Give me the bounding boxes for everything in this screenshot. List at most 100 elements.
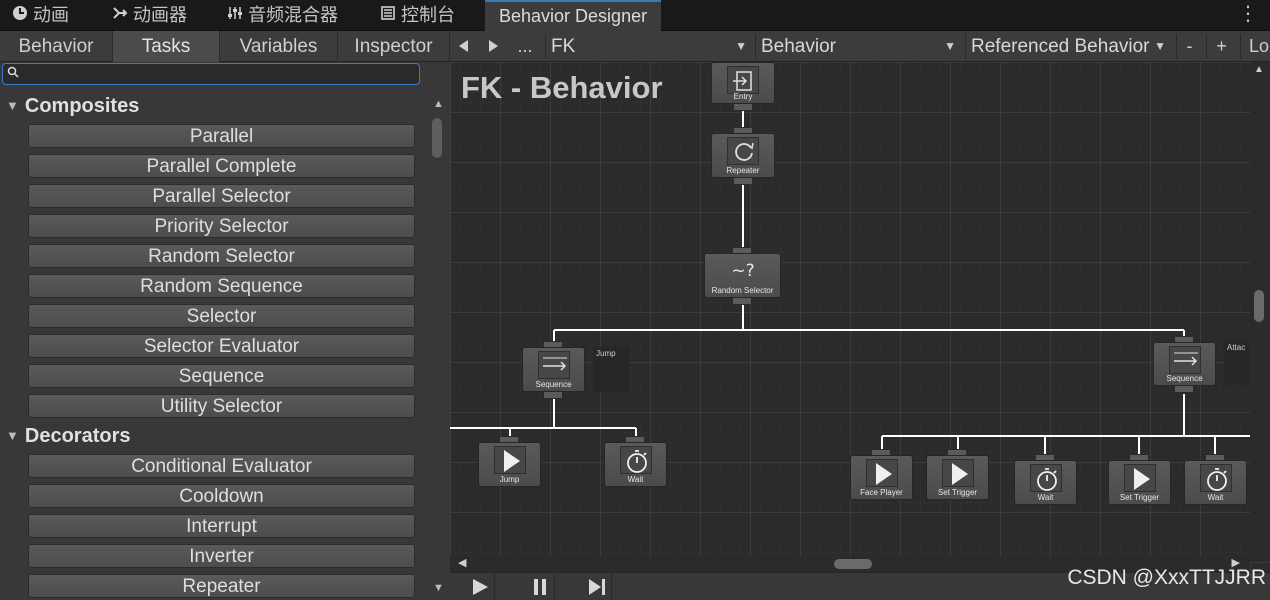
designer-toolbar: Behavior Tasks Variables Inspector ... F… [0,31,1270,62]
scrollbar-thumb[interactable] [1254,290,1264,322]
scroll-up-arrow-icon[interactable]: ▲ [1254,64,1264,75]
tab-audio-mixer[interactable]: 音频混合器 [225,0,338,31]
node-entry[interactable]: Entry [711,62,775,111]
node-jump[interactable]: Jump [478,436,541,487]
play-icon[interactable] [465,573,495,600]
task-button-selector-evaluator[interactable]: Selector Evaluator [28,334,415,358]
graph-title: FK - Behavior [461,70,663,105]
object-dropdown-value: FK [551,36,576,57]
node-label: Set Trigger [1119,493,1160,502]
category-decorators[interactable]: ▼ Decorators [6,425,130,448]
task-button-priority-selector[interactable]: Priority Selector [28,214,415,238]
node-sequence-jump[interactable]: Sequence [522,341,585,399]
node-random-selector[interactable]: ~? Random Selector [704,247,781,305]
node-label: Wait [627,475,644,484]
search-icon [7,65,19,82]
node-repeater[interactable]: Repeater [711,127,775,185]
task-button-utility-selector[interactable]: Utility Selector [28,394,415,418]
node-wait[interactable]: Wait [1184,454,1247,505]
graph-canvas[interactable]: FK - Behavior Entry Repeater ~? Random S… [450,62,1270,572]
scroll-down-arrow-icon[interactable]: ▼ [433,582,444,594]
tab-animation[interactable]: 动画 [10,0,69,31]
tab-behavior-designer[interactable]: Behavior Designer [485,0,662,31]
node-label: Set Trigger [937,488,978,497]
scroll-up-arrow-icon[interactable]: ▲ [433,98,444,110]
node-wait[interactable]: Wait [604,436,667,487]
scroll-left-arrow-icon[interactable]: ◀ [458,556,466,569]
task-button-sequence[interactable]: Sequence [28,364,415,388]
category-composites[interactable]: ▼ Composites [6,95,139,118]
window-tab-bar: 动画 动画器 音频混合器 控制台 Behavior Designer ⋮ [0,0,1270,31]
node-comment: Jump [593,347,629,392]
tab-variables[interactable]: Variables [220,31,338,62]
tab-inspector[interactable]: Inspector [338,31,450,62]
task-button-selector[interactable]: Selector [28,304,415,328]
scrollbar-thumb[interactable] [834,559,872,569]
search-field[interactable] [2,63,420,85]
remove-button[interactable]: - [1176,34,1202,59]
tasks-panel: ▼ Composites Parallel Parallel Complete P… [0,62,450,600]
watermark: CSDN @XxxTTJJRR [1067,566,1266,589]
dropdown-arrow-icon: ▼ [735,39,747,53]
pause-icon[interactable] [525,573,555,600]
node-sequence-attack[interactable]: Sequence [1153,336,1216,393]
node-set-trigger[interactable]: Set Trigger [926,449,989,500]
task-button-inverter[interactable]: Inverter [28,544,415,568]
category-label: Decorators [24,425,131,447]
audio-mixer-icon [225,1,245,32]
node-output-port[interactable] [732,298,752,305]
node-output-port[interactable] [733,178,753,185]
node-label: Entry [733,92,753,101]
play-icon [865,459,898,487]
more-button[interactable]: ... [511,34,539,59]
task-button-interrupt[interactable]: Interrupt [28,514,415,538]
node-label: Sequence [1166,374,1203,383]
task-button-parallel-selector[interactable]: Parallel Selector [28,184,415,208]
sequence-arrow-icon [1168,346,1201,374]
task-button-repeater[interactable]: Repeater [28,574,415,598]
node-label: Wait [1207,493,1224,502]
referenced-behavior-dropdown[interactable]: Referenced Behavior ▼ [965,34,1172,59]
node-wait[interactable]: Wait [1014,454,1077,505]
step-icon[interactable] [582,573,612,600]
add-button[interactable]: + [1206,34,1236,59]
tab-label: Behavior Designer [499,6,648,26]
node-set-trigger[interactable]: Set Trigger [1108,454,1171,505]
node-label: Face Player [860,488,903,497]
stopwatch-icon [1029,464,1062,492]
sequence-arrow-icon [537,351,570,379]
node-output-port[interactable] [1174,386,1194,393]
entry-icon [727,66,759,94]
task-button-parallel[interactable]: Parallel [28,124,415,148]
task-button-conditional-evaluator[interactable]: Conditional Evaluator [28,454,415,478]
node-face-player[interactable]: Face Player [850,449,913,500]
back-arrow-icon[interactable] [453,34,475,59]
task-button-random-sequence[interactable]: Random Sequence [28,274,415,298]
forward-arrow-icon[interactable] [482,34,504,59]
tab-animator[interactable]: 动画器 [110,0,187,31]
node-output-port[interactable] [733,104,753,111]
node-label: Repeater [726,166,760,175]
tab-label: 动画器 [133,5,187,25]
tab-console[interactable]: 控制台 [378,0,455,31]
referenced-dropdown-value: Referenced Behavior [971,36,1150,57]
node-output-port[interactable] [543,392,563,399]
node-label: Sequence [535,380,572,389]
tab-behavior[interactable]: Behavior [0,31,113,62]
expand-triangle-icon: ▼ [6,428,19,443]
canvas-vertical-scrollbar[interactable]: ▲ [1250,62,1270,562]
object-dropdown[interactable]: FK ▼ [545,34,753,59]
task-button-random-selector[interactable]: Random Selector [28,244,415,268]
task-button-cooldown[interactable]: Cooldown [28,484,415,508]
scrollbar-thumb[interactable] [432,118,442,158]
node-label: Jump [499,475,520,484]
lock-button[interactable]: Lo [1240,34,1270,59]
tab-tasks[interactable]: Tasks [113,31,220,62]
kebab-menu-icon[interactable]: ⋮ [1238,0,1258,31]
repeat-icon [727,137,759,165]
tab-label: 动画 [33,5,69,25]
behavior-dropdown[interactable]: Behavior ▼ [755,34,962,59]
random-selector-icon: ~? [727,257,759,285]
task-button-parallel-complete[interactable]: Parallel Complete [28,154,415,178]
tasks-scrollbar[interactable]: ▲ ▼ [430,98,446,598]
